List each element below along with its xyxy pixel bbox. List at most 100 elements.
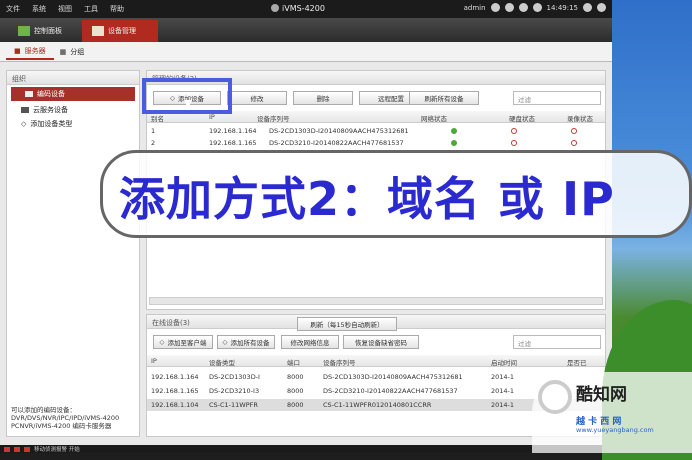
button-label: 远程配置: [378, 95, 404, 103]
subtab-group[interactable]: ▦ 分组: [60, 47, 85, 57]
add-to-client-button[interactable]: ◇ 添加至客户端: [153, 335, 213, 349]
delete-button[interactable]: 删除: [293, 91, 353, 105]
device-type-note: 可以添加的编码设备： DVR/DVS/NVR/IPC/IPD/iVMS-4200…: [11, 406, 119, 430]
col-ip[interactable]: IP: [151, 357, 157, 365]
menu-system[interactable]: 系统: [32, 4, 46, 14]
record-error-icon: [571, 140, 577, 146]
record-error-icon: [571, 128, 577, 134]
add-type-icon: ◇: [21, 120, 27, 128]
managed-filter-input[interactable]: 过滤: [513, 91, 601, 105]
cell-type: DS-2CD3210-I3: [209, 387, 260, 395]
refresh-online-button[interactable]: 刷新（每15秒自动刷新）: [297, 317, 397, 331]
cell-ip: 192.168.1.165: [209, 139, 257, 147]
menu-help[interactable]: 帮助: [110, 4, 124, 14]
col-port[interactable]: 端口: [287, 357, 300, 367]
record-icon[interactable]: [24, 446, 30, 452]
org-item-label: 云服务设备: [33, 106, 68, 114]
cell-serial: DS-2CD1303D-I20140809AACH475312681: [269, 127, 409, 135]
note-line: DVR/DVS/NVR/IPC/IPD/iVMS-4200: [11, 414, 120, 422]
modify-network-button[interactable]: 修改网络信息: [281, 335, 339, 349]
top-right-status: admin 14:49:15: [464, 3, 606, 12]
cell-type: DS-2CD1303D-I: [209, 373, 260, 381]
lock-icon[interactable]: [504, 3, 514, 12]
table-row[interactable]: 2 192.168.1.165 DS-2CD3210-I20140822AACH…: [147, 137, 605, 149]
org-item-label: 添加设备类型: [30, 120, 73, 128]
cell-time: 2014-1: [491, 401, 515, 409]
main-tabs: 控制面板 设备管理: [0, 18, 612, 42]
col-network[interactable]: 网络状态: [421, 113, 447, 123]
disk-error-icon: [511, 128, 517, 134]
server-icon: ■: [14, 46, 21, 55]
col-ip[interactable]: IP: [209, 113, 215, 121]
group-icon: ▦: [59, 47, 67, 56]
speaker-icon[interactable]: [14, 446, 20, 452]
cell-type: CS-C1-11WPFR: [209, 401, 258, 409]
cell-port: 8000: [287, 387, 304, 395]
cell-ip: 192.168.1.104: [151, 401, 199, 409]
modify-button[interactable]: 修改: [227, 91, 287, 105]
cell-port: 8000: [287, 373, 304, 381]
close-icon[interactable]: [597, 3, 606, 12]
button-label: 修改网络信息: [290, 339, 330, 347]
table-row[interactable]: 1 192.168.1.164 DS-2CD1303D-I20140809AAC…: [147, 125, 605, 137]
plus-icon: ◇: [159, 338, 165, 346]
settings-icon[interactable]: [490, 3, 500, 12]
col-start-time[interactable]: 启动时间: [491, 357, 517, 367]
menu-file[interactable]: 文件: [6, 4, 20, 14]
minimize-icon[interactable]: [583, 3, 592, 12]
grid-icon: [18, 26, 30, 36]
network-online-icon: [451, 128, 457, 134]
note-line: PCNVR/iVMS-4200 编码卡服务器: [11, 422, 112, 430]
cell-time: 2014-1: [491, 373, 515, 381]
org-item-cloud-device[interactable]: 云服务设备: [7, 103, 139, 117]
cell-serial: DS-2CD3210-I20140822AACH477681537: [323, 387, 458, 395]
cell-serial: CS-C1-11WPFR0120140801CCRR: [323, 401, 432, 409]
cell-alias: 2: [151, 139, 156, 147]
status-bar: 移动侦测报警 开始: [0, 445, 612, 453]
col-record[interactable]: 录像状态: [567, 113, 593, 123]
col-device-type[interactable]: 设备类型: [209, 357, 235, 367]
cell-serial: DS-2CD3210-I20140822AACH477681537: [269, 139, 404, 147]
menu-tools[interactable]: 工具: [84, 4, 98, 14]
tab-control-panel[interactable]: 控制面板: [8, 20, 78, 42]
button-label: 修改: [250, 95, 264, 103]
col-added[interactable]: 是否已: [567, 357, 587, 367]
menu-view[interactable]: 视图: [58, 4, 72, 14]
cloud-device-icon: [21, 107, 29, 113]
col-alias[interactable]: 别名: [151, 113, 164, 123]
cell-port: 8000: [287, 401, 304, 409]
watermark-url: www.yueyangbang.com: [576, 426, 654, 434]
online-filter-input[interactable]: 过滤: [513, 335, 601, 349]
disk-error-icon: [511, 140, 517, 146]
col-serial[interactable]: 设备序列号: [323, 357, 356, 367]
button-label: 删除: [316, 95, 330, 103]
button-label: 恢复设备缺省密码: [355, 339, 407, 347]
status-text: 移动侦测报警 开始: [34, 447, 80, 453]
restore-password-button[interactable]: 恢复设备缺省密码: [343, 335, 419, 349]
sub-tabs: ■ 服务器 ▦ 分组: [0, 42, 612, 62]
mouse-cursor-icon: [184, 100, 192, 109]
tab-label: 设备管理: [108, 27, 136, 35]
tab-device-management[interactable]: 设备管理: [82, 20, 158, 42]
org-item-add-device-type[interactable]: ◇ 添加设备类型: [7, 117, 139, 131]
subtab-server[interactable]: ■ 服务器: [6, 44, 54, 60]
refresh-all-button[interactable]: 刷新所有设备: [409, 91, 479, 105]
org-item-encoding-device[interactable]: 编码设备: [11, 87, 135, 101]
menu-bar: 文件 系统 视图 工具 帮助 iVMS-4200 admin 14:49:15: [0, 0, 612, 18]
add-all-devices-button[interactable]: ◇ 添加所有设备: [217, 335, 275, 349]
device-icon: [92, 26, 104, 36]
button-label: 刷新（每15秒自动刷新）: [310, 321, 384, 329]
alarm-icon[interactable]: [4, 446, 10, 452]
horizontal-scrollbar[interactable]: [149, 297, 603, 305]
button-label: 刷新所有设备: [424, 95, 464, 103]
monitor-icon[interactable]: [518, 3, 528, 12]
subtab-label: 分组: [70, 47, 85, 56]
network-online-icon: [451, 140, 457, 146]
encoder-icon: [25, 91, 33, 97]
user-name: admin: [463, 3, 486, 12]
alarm-icon[interactable]: [532, 3, 542, 12]
cell-ip: 192.168.1.164: [209, 127, 257, 135]
col-disk[interactable]: 硬盘状态: [509, 113, 535, 123]
caption-text: 添加方式2：域名 或 IP: [119, 172, 615, 226]
col-serial[interactable]: 设备序列号: [257, 113, 290, 123]
